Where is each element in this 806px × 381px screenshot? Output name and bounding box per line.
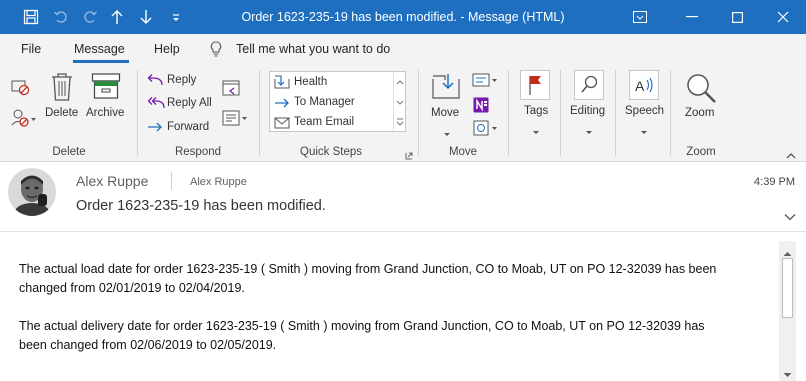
message-header: Alex Ruppe Alex Ruppe 4:39 PM Order 1623… — [0, 162, 806, 232]
respond-group-label: Respond — [174, 146, 222, 158]
zoom-button[interactable]: Zoom — [685, 107, 714, 119]
delete-icon[interactable] — [50, 72, 74, 105]
expand-header-icon[interactable] — [784, 210, 796, 224]
avatar — [8, 168, 56, 216]
move-icon[interactable] — [431, 72, 461, 103]
active-tab-indicator — [73, 60, 129, 63]
body-scrollbar[interactable] — [779, 241, 796, 381]
group-divider — [259, 70, 260, 156]
body-line: been changed from 02/06/2019 to 02/05/20… — [19, 338, 277, 352]
tell-me-search[interactable]: Tell me what you want to do — [236, 42, 390, 56]
quick-steps-group-label: Quick Steps — [300, 146, 362, 158]
chevron-down-icon — [640, 125, 648, 139]
forward-button[interactable]: Forward — [167, 121, 209, 133]
chevron-down-icon — [532, 125, 540, 139]
onenote-icon[interactable] — [473, 97, 489, 116]
tab-message[interactable]: Message — [74, 42, 125, 56]
tab-help[interactable]: Help — [154, 42, 180, 56]
more-respond-icon[interactable] — [222, 109, 250, 130]
restore-ribbon-icon[interactable] — [618, 0, 662, 34]
chevron-down-icon — [585, 125, 593, 139]
archive-button[interactable]: Archive — [86, 107, 124, 119]
zoom-group-label: Zoom — [686, 146, 716, 158]
reply-all-button[interactable]: Reply All — [167, 97, 212, 109]
message-subject: Order 1623-235-19 has been modified. — [76, 198, 326, 214]
reply-icon — [147, 73, 163, 90]
quick-step-health-label: Health — [294, 76, 328, 88]
header-divider — [171, 172, 172, 190]
message-body: The actual load date for order 1623-235-… — [0, 233, 806, 381]
ignore-icon[interactable] — [11, 78, 31, 99]
minimize-icon[interactable] — [670, 0, 714, 34]
body-line: changed from 02/01/2019 to 02/04/2019. — [19, 281, 245, 295]
collapse-ribbon-icon[interactable] — [786, 148, 796, 162]
scrollbar-thumb[interactable] — [782, 258, 793, 318]
read-aloud-icon[interactable]: A — [629, 70, 659, 103]
reply-all-icon — [147, 96, 165, 113]
dialog-launcher-icon[interactable] — [405, 149, 413, 163]
move-button[interactable]: Move — [431, 107, 459, 119]
archive-icon[interactable] — [91, 72, 121, 103]
chevron-down-icon — [443, 127, 451, 141]
lightbulb-icon — [210, 41, 222, 60]
actions-icon[interactable] — [472, 119, 500, 140]
delete-button[interactable]: Delete — [45, 107, 78, 119]
quick-step-team-email-label: Team Email — [294, 116, 355, 128]
quick-step-to-manager-label: To Manager — [294, 96, 355, 108]
quick-step-team-email[interactable]: Team Email — [270, 112, 394, 132]
group-divider — [137, 70, 138, 156]
envelope-icon — [274, 116, 290, 136]
delete-group-label: Delete — [52, 146, 86, 158]
group-divider — [615, 70, 616, 156]
body-line: The actual delivery date for order 1623-… — [19, 319, 705, 333]
move-group-label: Move — [448, 146, 478, 158]
tab-file[interactable]: File — [21, 42, 41, 56]
body-paragraph: The actual delivery date for order 1623-… — [19, 317, 769, 355]
body-paragraph: The actual load date for order 1623-235-… — [19, 260, 769, 298]
zoom-icon[interactable] — [685, 72, 717, 107]
tags-button[interactable]: Tags — [524, 105, 548, 117]
group-divider — [560, 70, 561, 156]
rules-icon[interactable] — [472, 72, 500, 91]
recipient-name[interactable]: Alex Ruppe — [190, 176, 247, 188]
body-line: The actual load date for order 1623-235-… — [19, 262, 717, 276]
scroll-down-icon[interactable] — [783, 367, 792, 381]
close-icon[interactable] — [761, 0, 805, 34]
meeting-icon[interactable] — [222, 79, 240, 99]
editing-button[interactable]: Editing — [570, 105, 605, 117]
find-icon[interactable] — [574, 70, 604, 103]
title-bar: Order 1623-235-19 has been modified. - M… — [0, 0, 806, 34]
maximize-icon[interactable] — [715, 0, 759, 34]
ribbon: Delete Archive Delete Reply Reply All Fo… — [0, 64, 806, 162]
cleanup-icon[interactable] — [11, 108, 37, 131]
reply-button[interactable]: Reply — [167, 74, 196, 86]
quick-step-health[interactable]: Health — [270, 72, 394, 92]
quick-steps-gallery: Health To Manager Team Email — [269, 71, 406, 132]
quick-step-to-manager[interactable]: To Manager — [270, 92, 394, 112]
speech-button[interactable]: Speech — [625, 105, 664, 117]
group-divider — [670, 70, 671, 156]
group-divider — [508, 70, 509, 156]
flag-icon[interactable] — [520, 70, 550, 103]
svg-text:A: A — [635, 78, 645, 94]
quick-steps-scrollbar[interactable] — [393, 72, 405, 131]
sender-name[interactable]: Alex Ruppe — [76, 173, 148, 189]
forward-icon — [147, 121, 163, 136]
group-divider — [418, 70, 419, 156]
message-time: 4:39 PM — [754, 176, 795, 188]
